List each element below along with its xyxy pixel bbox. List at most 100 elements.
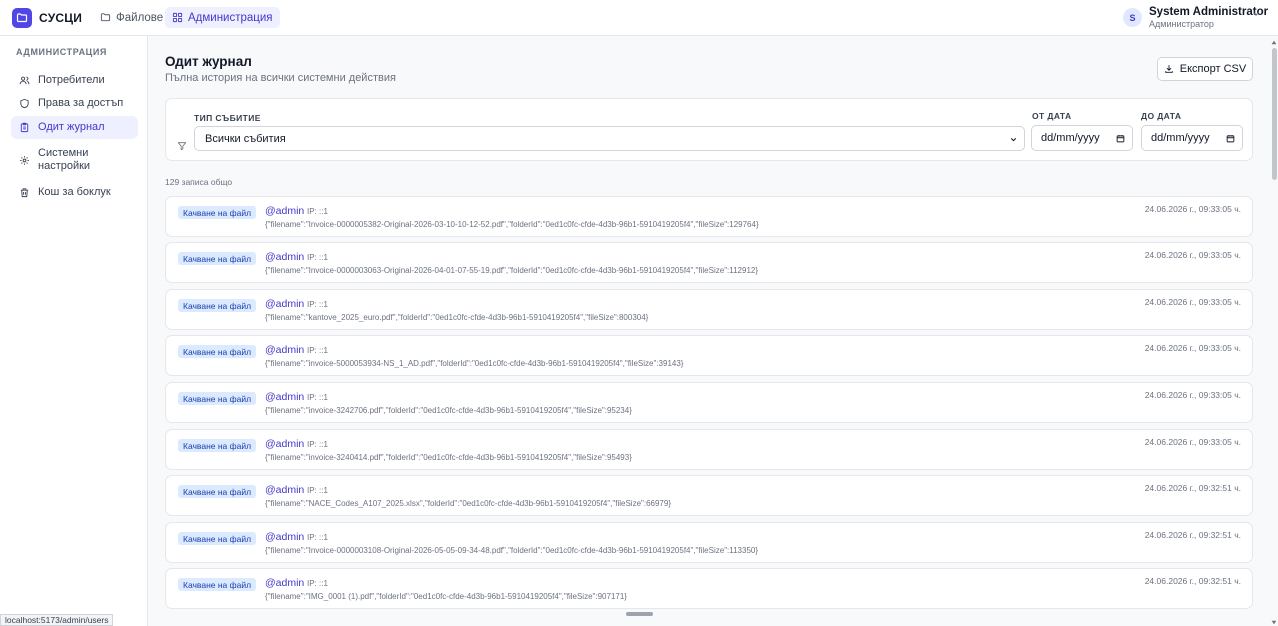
entry-ip: IP: ::1 <box>307 440 328 449</box>
sidebar-item-label: Потребители <box>38 73 105 86</box>
chevron-down-icon[interactable] <box>1251 9 1261 19</box>
user-role: Администратор <box>1149 19 1214 29</box>
entry-ip: IP: ::1 <box>307 300 328 309</box>
event-badge: Качване на файл <box>178 578 257 591</box>
sidebar-item-label: Системни настройки <box>38 147 91 172</box>
folder-icon <box>100 13 111 22</box>
entry-details: {"filename":"Invoice-0000003063-Original… <box>265 266 759 275</box>
entry-time: 24.06.2026 г., 09:33:05 ч. <box>1144 250 1241 260</box>
table-row[interactable]: Качване на файл @admin IP: ::1 {"filenam… <box>165 242 1253 283</box>
horizontal-scroll-thumb[interactable] <box>626 612 653 616</box>
sidebar-item-trash[interactable]: Кош за боклук <box>11 181 138 203</box>
entry-user: @admin <box>265 531 305 543</box>
to-date-input[interactable]: dd/mm/yyyy <box>1141 125 1243 151</box>
entry-details: {"filename":"Invoice-0000003108-Original… <box>265 546 759 555</box>
entry-time: 24.06.2026 г., 09:33:05 ч. <box>1144 297 1241 307</box>
entry-ip: IP: ::1 <box>307 486 328 495</box>
gear-icon <box>20 155 29 165</box>
scroll-thumb[interactable] <box>1272 48 1277 180</box>
event-badge: Качване на файл <box>178 345 257 358</box>
scroll-down-icon[interactable] <box>1271 620 1277 625</box>
event-type-select[interactable]: Всички събития <box>194 126 1025 151</box>
calendar-icon <box>1116 135 1125 143</box>
chevron-down-icon <box>1010 138 1017 142</box>
sidebar-item-system-settings[interactable]: Системни настройки <box>11 145 138 175</box>
download-icon <box>1164 65 1173 73</box>
page-title: Одит журнал <box>165 54 252 69</box>
entry-time: 24.06.2026 г., 09:33:05 ч. <box>1144 204 1241 214</box>
app-logo-icon[interactable] <box>12 8 32 28</box>
sidebar-item-users[interactable]: Потребители <box>11 69 138 91</box>
nav-admin-label: Администрация <box>188 11 273 24</box>
entry-ip: IP: ::1 <box>307 579 328 588</box>
scroll-up-icon[interactable] <box>1271 40 1277 45</box>
entry-details: {"filename":"invoice-5000053934-NS_1_AD.… <box>265 359 684 368</box>
table-row[interactable]: Качване на файл @admin IP: ::1 {"filenam… <box>165 382 1253 423</box>
top-bar: СУСЦИ Файлове Администрация S System Adm… <box>0 0 1278 36</box>
page-subtitle: Пълна история на всички системни действи… <box>165 72 396 84</box>
entry-details: {"filename":"NACE_Codes_A107_2025.xlsx",… <box>265 499 671 508</box>
table-row[interactable]: Качване на файл @admin IP: ::1 {"filenam… <box>165 289 1253 330</box>
total-count: 129 записа общо <box>165 177 233 187</box>
sidebar-item-label: Одит журнал <box>38 121 105 133</box>
export-csv-label: Експорт CSV <box>1179 63 1247 75</box>
event-badge: Качване на файл <box>178 532 257 545</box>
entry-details: {"filename":"IMG_0001 (1).pdf","folderId… <box>265 592 627 601</box>
entry-time: 24.06.2026 г., 09:32:51 ч. <box>1144 483 1241 493</box>
table-row[interactable]: Качване на файл @admin IP: ::1 {"filenam… <box>165 335 1253 376</box>
entry-time: 24.06.2026 г., 09:33:05 ч. <box>1144 390 1241 400</box>
from-date-input[interactable]: dd/mm/yyyy <box>1031 125 1133 151</box>
table-row[interactable]: Качване на файл @admin IP: ::1 {"filenam… <box>165 429 1253 470</box>
event-badge: Качване на файл <box>178 439 257 452</box>
entry-ip: IP: ::1 <box>307 346 328 355</box>
entry-time: 24.06.2026 г., 09:33:05 ч. <box>1144 437 1241 447</box>
event-badge: Качване на файл <box>178 392 257 405</box>
event-badge: Качване на файл <box>178 485 257 498</box>
sidebar-item-label: Кош за боклук <box>38 185 111 198</box>
users-icon <box>19 76 30 84</box>
entry-user: @admin <box>265 577 305 589</box>
entry-details: {"filename":"kantove_2025_euro.pdf","fol… <box>265 313 649 322</box>
table-row[interactable]: Качване на файл @admin IP: ::1 {"filenam… <box>165 475 1253 516</box>
nav-files-label: Файлове <box>116 11 164 24</box>
sidebar-item-audit-log[interactable]: Одит журнал <box>11 116 138 139</box>
avatar[interactable]: S <box>1123 8 1142 27</box>
entry-user: @admin <box>265 251 305 263</box>
entry-user: @admin <box>265 205 305 217</box>
event-type-label: ТИП СЪБИТИЕ <box>194 113 261 123</box>
sidebar: АДМИНИСТРАЦИЯ Потребители Права за достъ… <box>0 36 148 626</box>
entry-ip: IP: ::1 <box>307 253 328 262</box>
app-name[interactable]: СУСЦИ <box>39 11 82 25</box>
filter-icon <box>177 142 187 151</box>
entry-time: 24.06.2026 г., 09:33:05 ч. <box>1144 343 1241 353</box>
entry-ip: IP: ::1 <box>307 393 328 402</box>
shield-icon <box>20 98 29 108</box>
entry-user: @admin <box>265 484 305 496</box>
entry-details: {"filename":"Invoice-0000005382-Original… <box>265 220 759 229</box>
event-type-value: Всички събития <box>205 132 286 145</box>
to-date-label: ДО ДАТА <box>1141 111 1182 121</box>
nav-files[interactable]: Файлове <box>93 7 170 28</box>
trash-icon <box>20 187 29 197</box>
entry-ip: IP: ::1 <box>307 207 328 216</box>
sidebar-item-label: Права за достъп <box>38 96 124 109</box>
status-url: localhost:5173/admin/users <box>0 614 114 626</box>
table-row[interactable]: Качване на файл @admin IP: ::1 {"filenam… <box>165 568 1253 609</box>
export-csv-button[interactable]: Експорт CSV <box>1157 57 1253 81</box>
entry-details: {"filename":"invoice-3242706.pdf","folde… <box>265 406 632 415</box>
table-row[interactable]: Качване на файл @admin IP: ::1 {"filenam… <box>165 522 1253 563</box>
calendar-icon <box>1226 135 1235 143</box>
sidebar-item-permissions[interactable]: Права за достъп <box>11 92 138 114</box>
to-date-value: dd/mm/yyyy <box>1151 132 1210 144</box>
from-date-value: dd/mm/yyyy <box>1041 132 1100 144</box>
entry-time: 24.06.2026 г., 09:32:51 ч. <box>1144 530 1241 540</box>
table-row[interactable]: Качване на файл @admin IP: ::1 {"filenam… <box>165 196 1253 237</box>
filter-panel: ТИП СЪБИТИЕ Всички събития ОТ ДАТА dd/mm… <box>165 98 1253 161</box>
entry-details: {"filename":"invoice-3240414.pdf","folde… <box>265 453 632 462</box>
from-date-label: ОТ ДАТА <box>1032 111 1072 121</box>
event-badge: Качване на файл <box>178 252 257 265</box>
entry-user: @admin <box>265 344 305 356</box>
entry-ip: IP: ::1 <box>307 533 328 542</box>
nav-admin[interactable]: Администрация <box>165 7 280 28</box>
grid-icon <box>172 12 183 23</box>
